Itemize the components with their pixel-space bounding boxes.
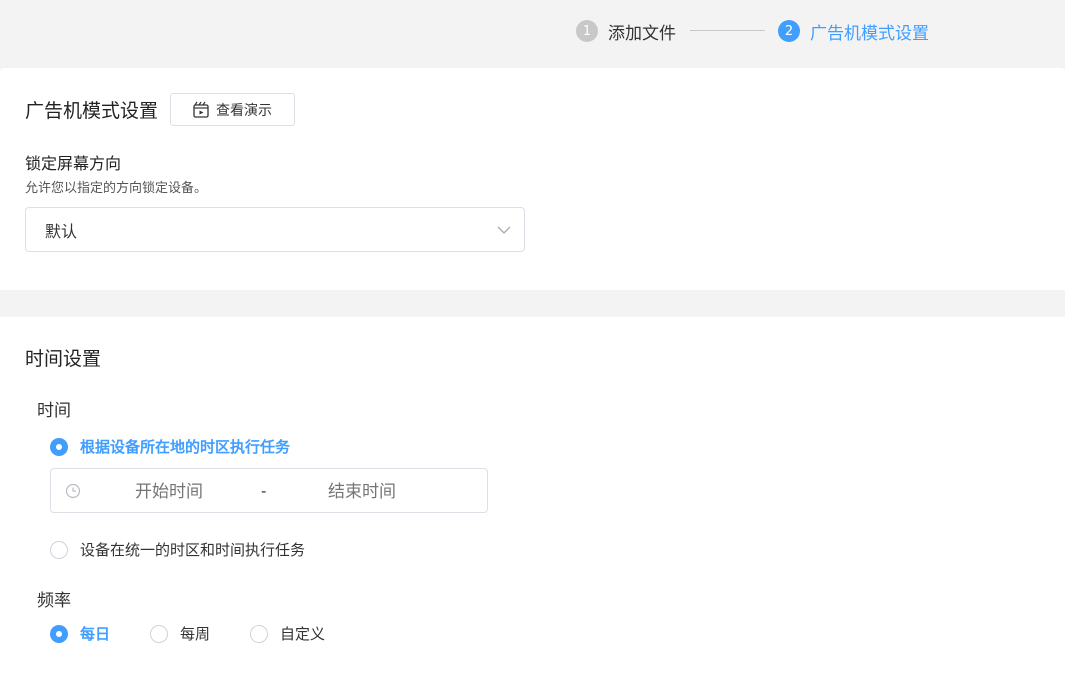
radio-daily[interactable]: 每日 [50, 623, 110, 644]
radio-local-timezone[interactable]: 根据设备所在地的时区执行任务 [50, 436, 290, 457]
radio-custom-circle[interactable] [250, 624, 268, 643]
radio-local-timezone-label: 根据设备所在地的时区执行任务 [80, 438, 291, 456]
view-demo-label: 查看演示 [216, 102, 273, 119]
view-demo-button[interactable]: 查看演示 [170, 93, 296, 126]
radio-daily-circle[interactable] [50, 624, 68, 643]
lock-orientation-desc: 允许您以指定的方向锁定设备。 [25, 181, 208, 196]
radio-weekly[interactable]: 每周 [150, 623, 210, 644]
step-1[interactable]: 1 添加文件 [576, 19, 676, 44]
lock-orientation-label: 锁定屏幕方向 [25, 154, 122, 173]
start-time-input[interactable] [114, 481, 224, 503]
time-label: 时间 [37, 401, 71, 421]
radio-unified-timezone-circle[interactable] [50, 540, 68, 559]
frequency-label: 频率 [37, 591, 71, 611]
radio-custom-label: 自定义 [280, 625, 326, 643]
clock-icon [65, 483, 81, 499]
step-connector [690, 30, 765, 31]
time-range-picker[interactable]: - [50, 468, 488, 513]
steps-header: 1 添加文件 2 广告机模式设置 [0, 0, 1065, 66]
step-1-label: 添加文件 [608, 23, 676, 44]
time-settings-card: 时间设置 时间 根据设备所在地的时区执行任务 - 设备在统一的时区和时间执行任务… [0, 317, 1065, 691]
ad-mode-title-row: 广告机模式设置 查看演示 [25, 93, 296, 126]
video-icon [193, 101, 209, 118]
radio-daily-label: 每日 [80, 625, 111, 643]
orientation-select-value: 默认 [45, 221, 78, 241]
chevron-down-icon [497, 226, 511, 234]
ad-mode-card: 广告机模式设置 查看演示 锁定屏幕方向 允许您以指定的方向锁定设备。 默认 [0, 68, 1065, 290]
step-2-label: 广告机模式设置 [810, 23, 929, 44]
end-time-input[interactable] [307, 481, 417, 503]
radio-custom[interactable]: 自定义 [250, 623, 325, 644]
radio-unified-timezone-label: 设备在统一的时区和时间执行任务 [80, 541, 306, 559]
radio-weekly-label: 每周 [180, 625, 211, 643]
radio-unified-timezone[interactable]: 设备在统一的时区和时间执行任务 [50, 539, 305, 560]
radio-weekly-circle[interactable] [150, 624, 168, 643]
step-2[interactable]: 2 广告机模式设置 [778, 19, 929, 44]
time-settings-title: 时间设置 [25, 348, 102, 370]
orientation-select[interactable]: 默认 [25, 207, 525, 252]
step-1-number: 1 [576, 20, 598, 42]
step-2-number: 2 [778, 20, 800, 42]
time-range-separator: - [261, 482, 267, 500]
radio-local-timezone-circle[interactable] [50, 437, 68, 456]
ad-mode-title: 广告机模式设置 [25, 100, 159, 122]
